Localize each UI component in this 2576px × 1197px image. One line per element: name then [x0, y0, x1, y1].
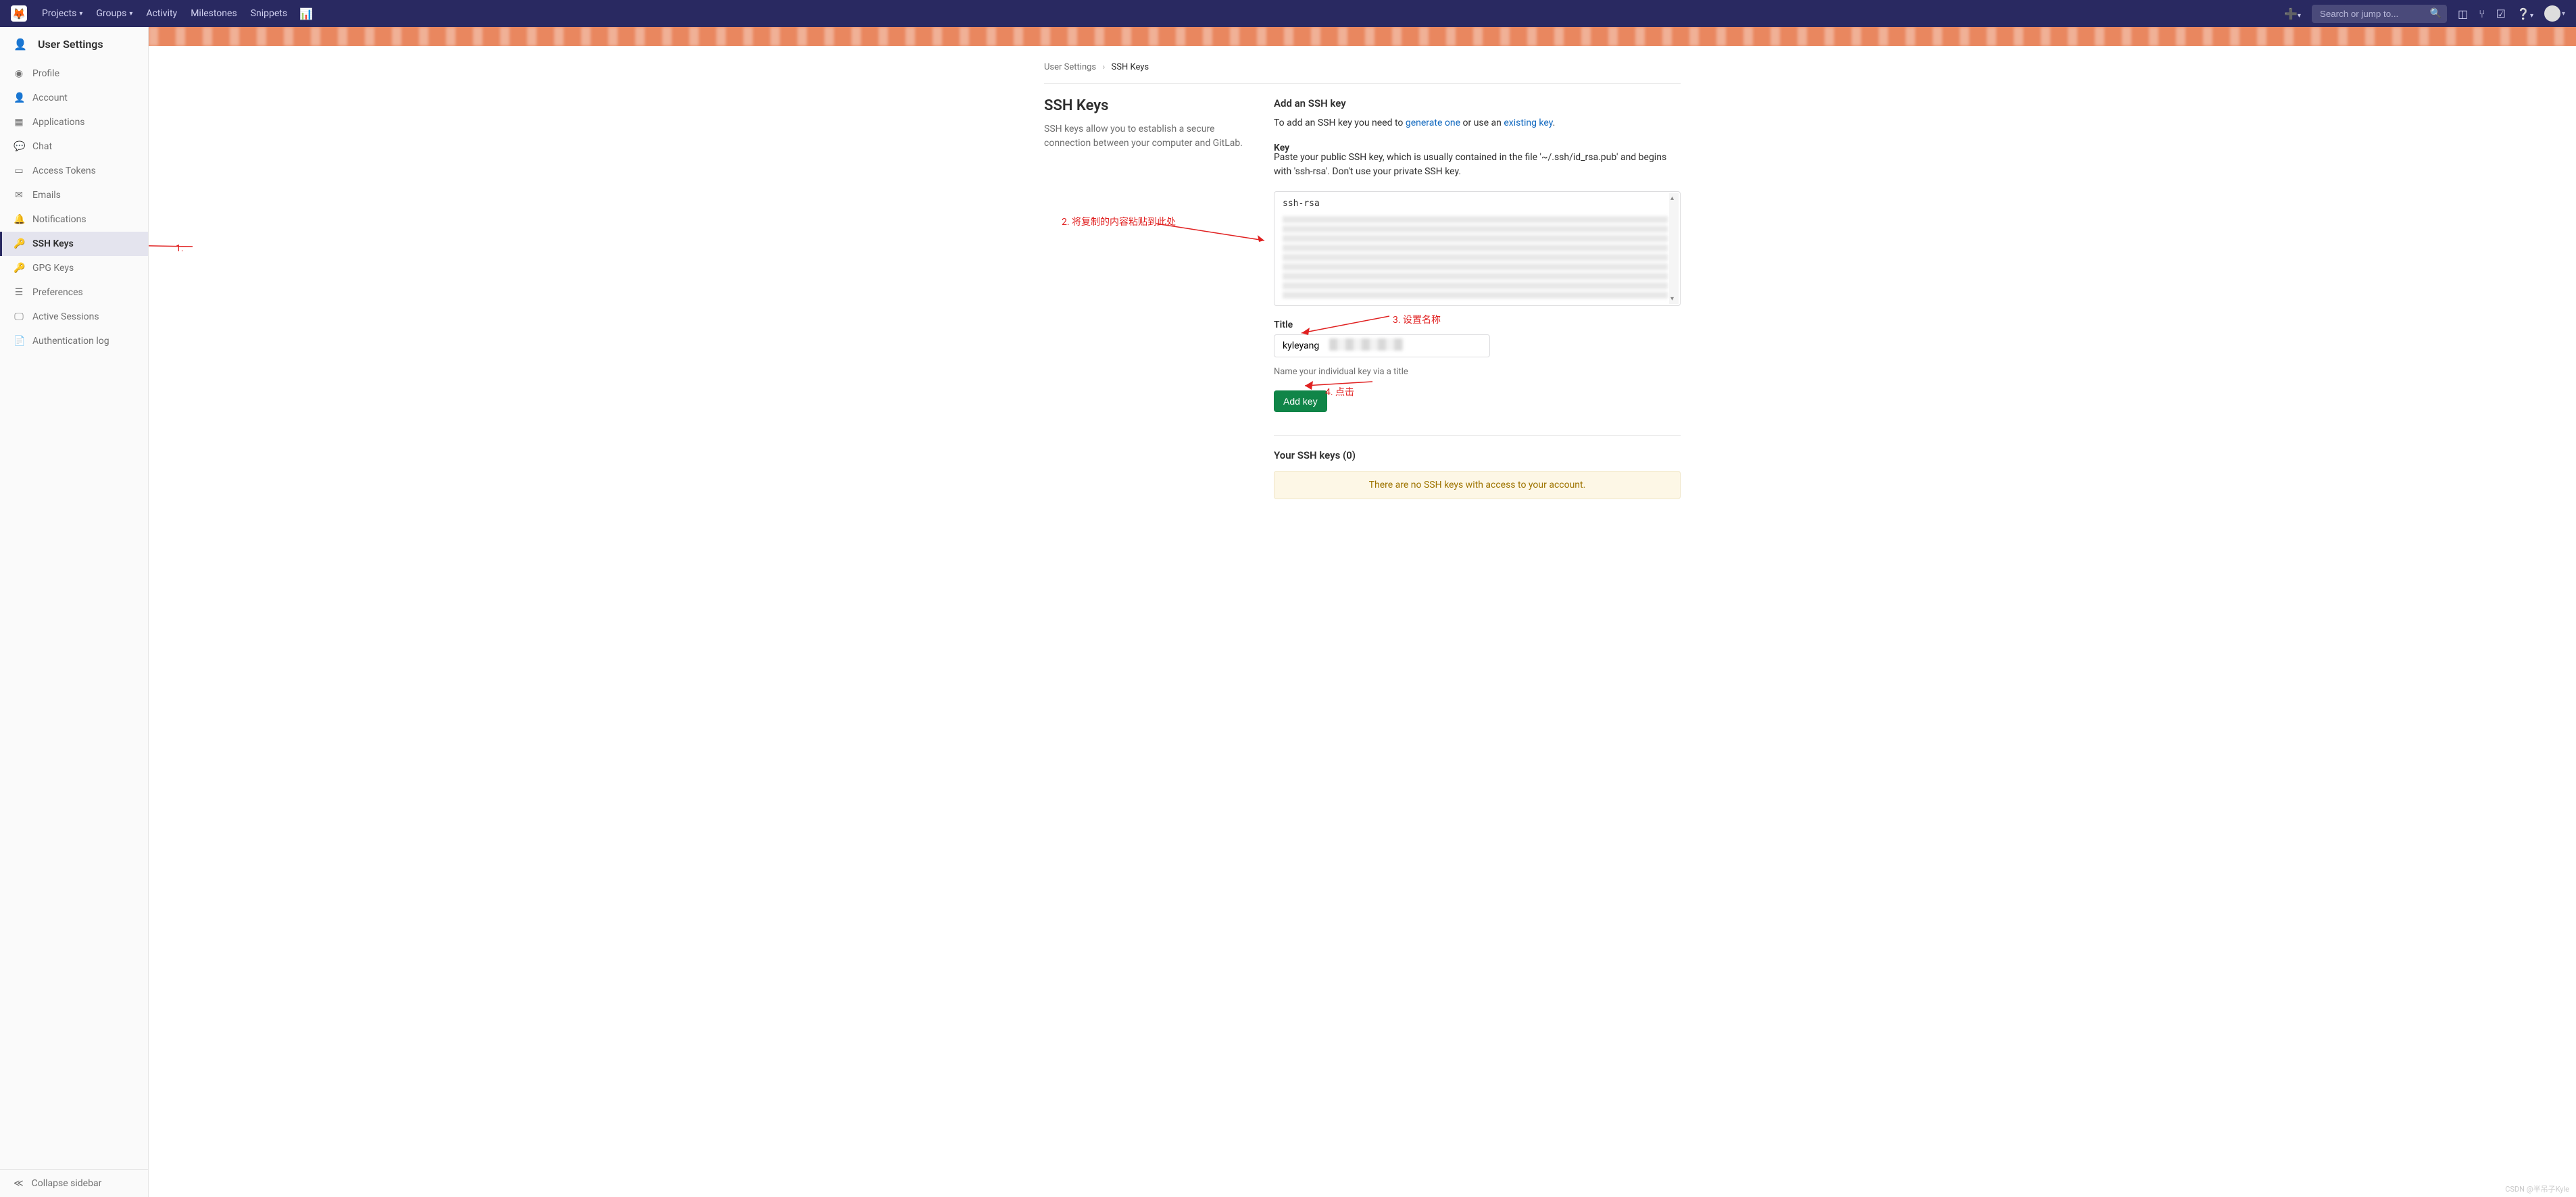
search-input[interactable] — [2312, 5, 2447, 23]
chevron-down-icon: ▾ — [79, 10, 82, 18]
keys-list-title: Your SSH keys (0) — [1274, 449, 1681, 461]
merge-requests-icon[interactable]: ⑂ — [2473, 7, 2491, 20]
account-icon: 👤 — [14, 93, 24, 103]
key-icon: 🔑 — [14, 263, 24, 274]
user-avatar[interactable] — [2544, 5, 2560, 22]
help-icon[interactable]: ❔▾ — [2511, 7, 2539, 20]
page-title: SSH Keys — [1044, 97, 1247, 114]
gitlab-logo[interactable]: 🦊 — [11, 5, 27, 22]
sidebar-item-applications[interactable]: ▦Applications — [0, 110, 148, 134]
scrollbar[interactable] — [1669, 193, 1679, 304]
chat-icon: 💬 — [14, 141, 24, 152]
sidebar: 👤 User Settings ◉Profile 👤Account ▦Appli… — [0, 27, 149, 1197]
token-icon: ▭ — [14, 165, 24, 176]
chevron-down-icon: ▾ — [129, 10, 132, 18]
sidebar-title: User Settings — [38, 38, 103, 51]
nav-groups[interactable]: Groups▾ — [89, 8, 139, 19]
applications-icon: ▦ — [14, 117, 24, 128]
breadcrumb-root[interactable]: User Settings — [1044, 62, 1096, 72]
collapse-sidebar[interactable]: ≪ Collapse sidebar — [0, 1169, 148, 1197]
sidebar-header: 👤 User Settings — [0, 27, 148, 61]
sidebar-item-chat[interactable]: 💬Chat — [0, 134, 148, 159]
warning-banner — [149, 27, 2576, 46]
nav-activity[interactable]: Activity — [139, 8, 184, 19]
form-heading: Add an SSH key — [1274, 97, 1681, 109]
user-icon: 👤 — [14, 38, 30, 51]
issues-icon[interactable]: ◫ — [2452, 7, 2473, 20]
content-area: User Settings › SSH Keys SSH Keys SSH ke… — [149, 27, 2576, 1197]
empty-state: There are no SSH keys with access to you… — [1274, 471, 1681, 499]
monitor-icon: 🖵 — [14, 311, 24, 322]
key-icon: 🔑 — [14, 238, 24, 249]
breadcrumb-separator: › — [1102, 62, 1105, 72]
sidebar-item-access-tokens[interactable]: ▭Access Tokens — [0, 159, 148, 183]
todos-icon[interactable]: ☑ — [2491, 7, 2511, 20]
form-intro: To add an SSH key you need to generate o… — [1274, 116, 1681, 130]
sidebar-item-auth-log[interactable]: 📄Authentication log — [0, 329, 148, 353]
nav-projects[interactable]: Projects▾ — [35, 8, 89, 19]
redacted-title-suffix — [1329, 338, 1404, 351]
bell-icon: 🔔 — [14, 214, 24, 225]
chevron-down-icon: ▾ — [2562, 10, 2565, 18]
sidebar-item-preferences[interactable]: ☰Preferences — [0, 280, 148, 305]
profile-icon: ◉ — [14, 68, 24, 79]
sidebar-item-emails[interactable]: ✉Emails — [0, 183, 148, 207]
divider — [1274, 435, 1681, 436]
preferences-icon: ☰ — [14, 287, 24, 298]
breadcrumb-current: SSH Keys — [1112, 62, 1149, 72]
nav-snippets[interactable]: Snippets — [244, 8, 294, 19]
nav-milestones[interactable]: Milestones — [184, 8, 244, 19]
sidebar-item-gpg-keys[interactable]: 🔑GPG Keys — [0, 256, 148, 280]
sidebar-item-profile[interactable]: ◉Profile — [0, 61, 148, 86]
redacted-key-body — [1283, 213, 1668, 299]
existing-key-link[interactable]: existing key — [1504, 118, 1552, 128]
generate-key-link[interactable]: generate one — [1406, 118, 1460, 128]
nav-analytics-icon[interactable]: 📊 — [294, 7, 318, 20]
breadcrumb: User Settings › SSH Keys — [1044, 57, 1681, 84]
sidebar-item-account[interactable]: 👤Account — [0, 86, 148, 110]
plus-icon[interactable]: ➕▾ — [2279, 7, 2306, 20]
sidebar-item-active-sessions[interactable]: 🖵Active Sessions — [0, 305, 148, 329]
key-help-text: Paste your public SSH key, which is usua… — [1274, 151, 1681, 179]
chevron-left-icon: ≪ — [14, 1178, 24, 1189]
top-nav: 🦊 Projects▾ Groups▾ Activity Milestones … — [0, 0, 2576, 27]
email-icon: ✉ — [14, 190, 24, 201]
sidebar-item-notifications[interactable]: 🔔Notifications — [0, 207, 148, 232]
sidebar-item-ssh-keys[interactable]: 🔑SSH Keys — [0, 232, 148, 256]
page-description: SSH keys allow you to establish a secure… — [1044, 122, 1247, 151]
key-textarea[interactable]: ssh-rsa — [1274, 191, 1681, 306]
watermark: CSDN @半吊子Kyle — [2505, 1183, 2569, 1194]
log-icon: 📄 — [14, 336, 24, 347]
